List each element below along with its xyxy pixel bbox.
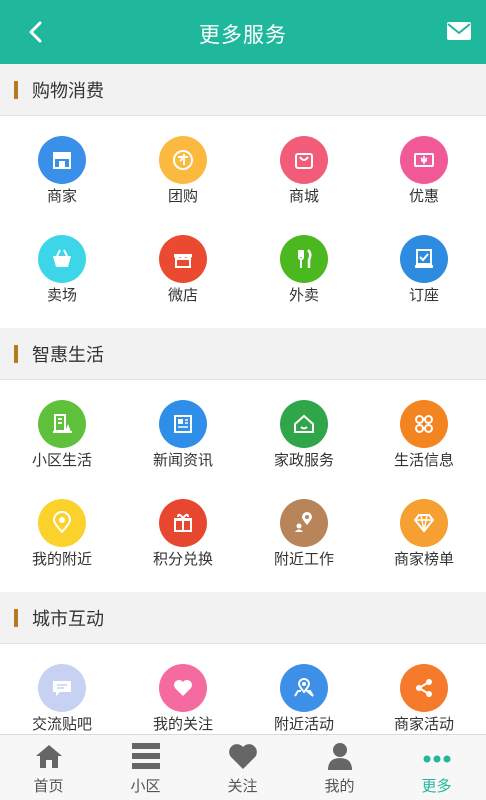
grid-item-housekeeping[interactable]: 家政服务 (244, 380, 364, 478)
tab-community[interactable]: 小区 (97, 735, 194, 800)
shop-front-icon (159, 235, 207, 283)
grid-item-nearby-jobs[interactable]: 附近工作 (244, 479, 364, 577)
grid-item-news[interactable]: 新闻资讯 (123, 380, 243, 478)
grid-item-label: 卖场 (46, 286, 77, 304)
section-header-smart-life: 智惠生活 (0, 328, 486, 380)
section-header-city-interaction: 城市互动 (0, 592, 486, 644)
grid-item-label: 家政服务 (273, 451, 334, 469)
tab-home[interactable]: 首页 (0, 735, 97, 800)
reserve-icon (400, 235, 448, 283)
grid-item-group-buy[interactable]: 团购 (123, 116, 243, 214)
grid-item-micro-shop[interactable]: 微店 (123, 215, 243, 313)
section-marker (14, 609, 18, 627)
grid-item-life-info[interactable]: 生活信息 (364, 380, 484, 478)
bottom-tab-bar: 首页 小区 关注 我的 更多 (0, 734, 486, 800)
tab-more[interactable]: 更多 (388, 735, 485, 800)
tab-label: 我的 (324, 777, 355, 795)
group-buy-icon (159, 136, 207, 184)
mail-icon[interactable] (446, 20, 472, 42)
tab-follow[interactable]: 关注 (194, 735, 291, 800)
shopping-bag-icon (280, 136, 328, 184)
gift-icon (159, 499, 207, 547)
coupon-icon (400, 136, 448, 184)
chat-icon (38, 664, 86, 712)
more-dots-icon (423, 755, 451, 763)
community-icon (38, 400, 86, 448)
map-pin-icon (280, 664, 328, 712)
user-icon (328, 743, 352, 770)
grid-item-label: 微店 (167, 286, 198, 304)
grid-item-label: 外卖 (288, 286, 319, 304)
grid-item-mall[interactable]: 商城 (244, 116, 364, 214)
grid-item-label: 优惠 (408, 187, 439, 205)
grid-item-nearby[interactable]: 我的附近 (2, 479, 122, 577)
tab-mine[interactable]: 我的 (291, 735, 388, 800)
section-title: 购物消费 (32, 81, 104, 102)
tab-label: 首页 (33, 777, 64, 795)
grid-item-label: 附近工作 (273, 550, 334, 568)
grid-item-label: 我的附近 (31, 550, 92, 568)
grid-item-community-life[interactable]: 小区生活 (2, 380, 122, 478)
grid-item-market[interactable]: 卖场 (2, 215, 122, 313)
diamond-icon (400, 499, 448, 547)
newspaper-icon (159, 400, 207, 448)
grid-item-label: 小区生活 (31, 451, 92, 469)
job-location-icon (280, 499, 328, 547)
home-icon (36, 745, 62, 768)
tab-label: 小区 (130, 777, 161, 795)
section-title: 城市互动 (32, 609, 104, 630)
tab-label: 关注 (227, 777, 258, 795)
heart-icon (159, 664, 207, 712)
clover-icon (400, 400, 448, 448)
top-bar: 更多服务 (0, 0, 486, 64)
city-interaction-grid: 交流贴吧 我的关注 附近活动 商家活动 (0, 644, 486, 734)
section-marker (14, 81, 18, 99)
share-icon (400, 664, 448, 712)
section-header-shopping: 购物消费 (0, 64, 486, 116)
grid-item-merchant-ranking[interactable]: 商家榜单 (364, 479, 484, 577)
grid-item-label: 订座 (408, 286, 439, 304)
grid-item-reserve[interactable]: 订座 (364, 215, 484, 313)
heart-icon (229, 744, 257, 769)
grid-item-label: 商家 (46, 187, 77, 205)
shopping-grid: 商家 团购 商城 优惠 卖场 微店 外卖 订座 (0, 116, 486, 328)
location-pin-icon (38, 499, 86, 547)
store-icon (38, 136, 86, 184)
grid-item-points-exchange[interactable]: 积分兑换 (123, 479, 243, 577)
grid-item-takeout[interactable]: 外卖 (244, 215, 364, 313)
section-title: 智惠生活 (32, 345, 104, 366)
grid-item-label: 商家榜单 (393, 550, 454, 568)
grid-item-label: 附近活动 (273, 715, 334, 733)
grid-item-discount[interactable]: 优惠 (364, 116, 484, 214)
grid-item-label: 我的关注 (152, 715, 213, 733)
grid-item-my-follows[interactable]: 我的关注 (123, 644, 243, 734)
smart-life-grid: 小区生活 新闻资讯 家政服务 生活信息 我的附近 积分兑换 附近工作 商家榜单 (0, 380, 486, 592)
section-marker (14, 345, 18, 363)
basket-icon (38, 235, 86, 283)
grid-item-label: 商城 (288, 187, 319, 205)
grid-item-label: 交流贴吧 (31, 715, 92, 733)
home-service-icon (280, 400, 328, 448)
grid-item-label: 团购 (167, 187, 198, 205)
tab-label: 更多 (421, 777, 452, 795)
grid-item-merchant-events[interactable]: 商家活动 (364, 644, 484, 734)
grid-item-forum[interactable]: 交流贴吧 (2, 644, 122, 734)
page-title: 更多服务 (199, 23, 287, 47)
grid-item-label: 新闻资讯 (152, 451, 213, 469)
grid-item-label: 积分兑换 (152, 550, 213, 568)
grid-item-label: 商家活动 (393, 715, 454, 733)
fork-knife-icon (280, 235, 328, 283)
grid-item-merchant[interactable]: 商家 (2, 116, 122, 214)
grid-item-nearby-events[interactable]: 附近活动 (244, 644, 364, 734)
grid-item-label: 生活信息 (393, 451, 454, 469)
list-icon (132, 743, 160, 769)
